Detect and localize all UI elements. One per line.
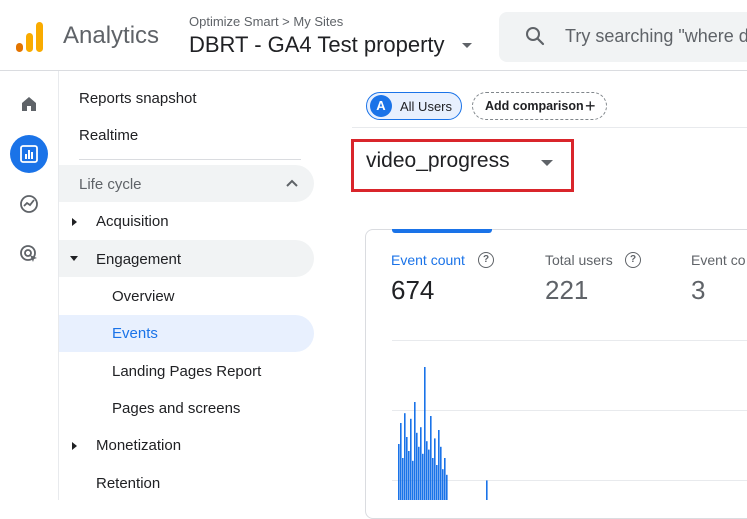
divider xyxy=(352,127,747,128)
chart-bar xyxy=(442,469,444,500)
expand-arrow-icon[interactable] xyxy=(72,218,77,226)
chevron-down-icon[interactable] xyxy=(541,160,553,166)
chart-bar xyxy=(400,423,402,500)
search-input[interactable]: Try searching "where d xyxy=(565,26,747,47)
nav-monetization[interactable]: Monetization xyxy=(96,437,181,454)
chart-bar xyxy=(410,418,412,500)
event-count-chart xyxy=(398,367,488,500)
add-comparison-button[interactable]: Add comparison + xyxy=(472,92,607,120)
metric-label-event-count[interactable]: Event count xyxy=(391,252,465,268)
breadcrumb[interactable]: Optimize Smart > My Sites xyxy=(189,14,343,29)
nav-retention[interactable]: Retention xyxy=(96,475,160,492)
chart-bar xyxy=(404,413,406,500)
all-users-label: All Users xyxy=(400,99,453,114)
chart-bar xyxy=(402,458,404,500)
chart-bar xyxy=(430,416,432,500)
chart-bar xyxy=(416,432,418,500)
nav-overview[interactable]: Overview xyxy=(112,288,175,305)
chart-bar xyxy=(412,460,414,500)
advertising-icon[interactable] xyxy=(10,235,48,273)
help-icon[interactable]: ? xyxy=(478,252,494,268)
chevron-up-icon[interactable] xyxy=(285,178,299,188)
chart-bar xyxy=(426,441,428,500)
metric-label-event-count-per-user[interactable]: Event co xyxy=(691,252,745,268)
chart-bar xyxy=(398,444,400,500)
chart-bar xyxy=(414,402,416,500)
help-icon[interactable]: ? xyxy=(625,252,641,268)
chart-bar xyxy=(418,446,420,500)
chart-bar xyxy=(408,451,410,500)
add-comparison-label: Add comparison xyxy=(485,99,584,113)
all-users-chip[interactable]: A All Users xyxy=(366,92,462,120)
nav-divider xyxy=(79,159,301,160)
nav-pages-and-screens[interactable]: Pages and screens xyxy=(112,400,240,417)
property-selector[interactable]: DBRT - GA4 Test property xyxy=(189,32,445,58)
chart-bar xyxy=(446,474,448,500)
chart-bar xyxy=(424,367,426,500)
nav-acquisition[interactable]: Acquisition xyxy=(96,213,169,230)
avatar: A xyxy=(370,95,392,117)
nav-realtime[interactable]: Realtime xyxy=(79,127,138,144)
search-icon xyxy=(526,27,545,46)
selected-metric-indicator xyxy=(392,229,492,233)
nav-events[interactable]: Events xyxy=(112,325,158,342)
chart-bar xyxy=(422,453,424,500)
chart-bar xyxy=(440,446,442,500)
chart-bar xyxy=(438,430,440,500)
chart-bar xyxy=(428,449,430,500)
nav-landing-pages[interactable]: Landing Pages Report xyxy=(112,363,261,380)
plus-icon: + xyxy=(585,96,596,116)
reports-icon[interactable] xyxy=(10,135,48,173)
nav-events-row[interactable] xyxy=(59,315,314,352)
home-icon[interactable] xyxy=(10,85,48,123)
top-bar: Analytics Optimize Smart > My Sites DBRT… xyxy=(0,0,747,71)
expand-arrow-icon[interactable] xyxy=(72,442,77,450)
chart-bar xyxy=(420,427,422,500)
metric-value-event-count-per-user: 3 xyxy=(691,275,706,305)
nav-reports-snapshot[interactable]: Reports snapshot xyxy=(79,90,197,107)
metric-value-total-users: 221 xyxy=(545,275,589,305)
chart-bar xyxy=(436,465,438,500)
nav-section-title: Life cycle xyxy=(79,176,142,193)
chart-bar xyxy=(486,480,488,500)
metric-value-event-count: 674 xyxy=(391,275,435,305)
metric-label-total-users[interactable]: Total users xyxy=(545,252,613,268)
chart-bar xyxy=(406,437,408,500)
collapse-arrow-icon[interactable] xyxy=(70,256,78,261)
icon-rail xyxy=(0,71,59,500)
analytics-logo-icon[interactable] xyxy=(16,20,44,52)
chart-bar xyxy=(434,438,436,500)
chart-bar xyxy=(432,458,434,500)
app-name: Analytics xyxy=(63,22,160,49)
nav-engagement[interactable]: Engagement xyxy=(96,251,181,268)
chart-bar xyxy=(444,458,446,500)
explore-icon[interactable] xyxy=(10,185,48,223)
search-box[interactable]: Try searching "where d xyxy=(499,12,747,62)
chevron-down-icon[interactable] xyxy=(462,43,472,48)
event-name-dropdown[interactable]: video_progress xyxy=(366,149,510,173)
